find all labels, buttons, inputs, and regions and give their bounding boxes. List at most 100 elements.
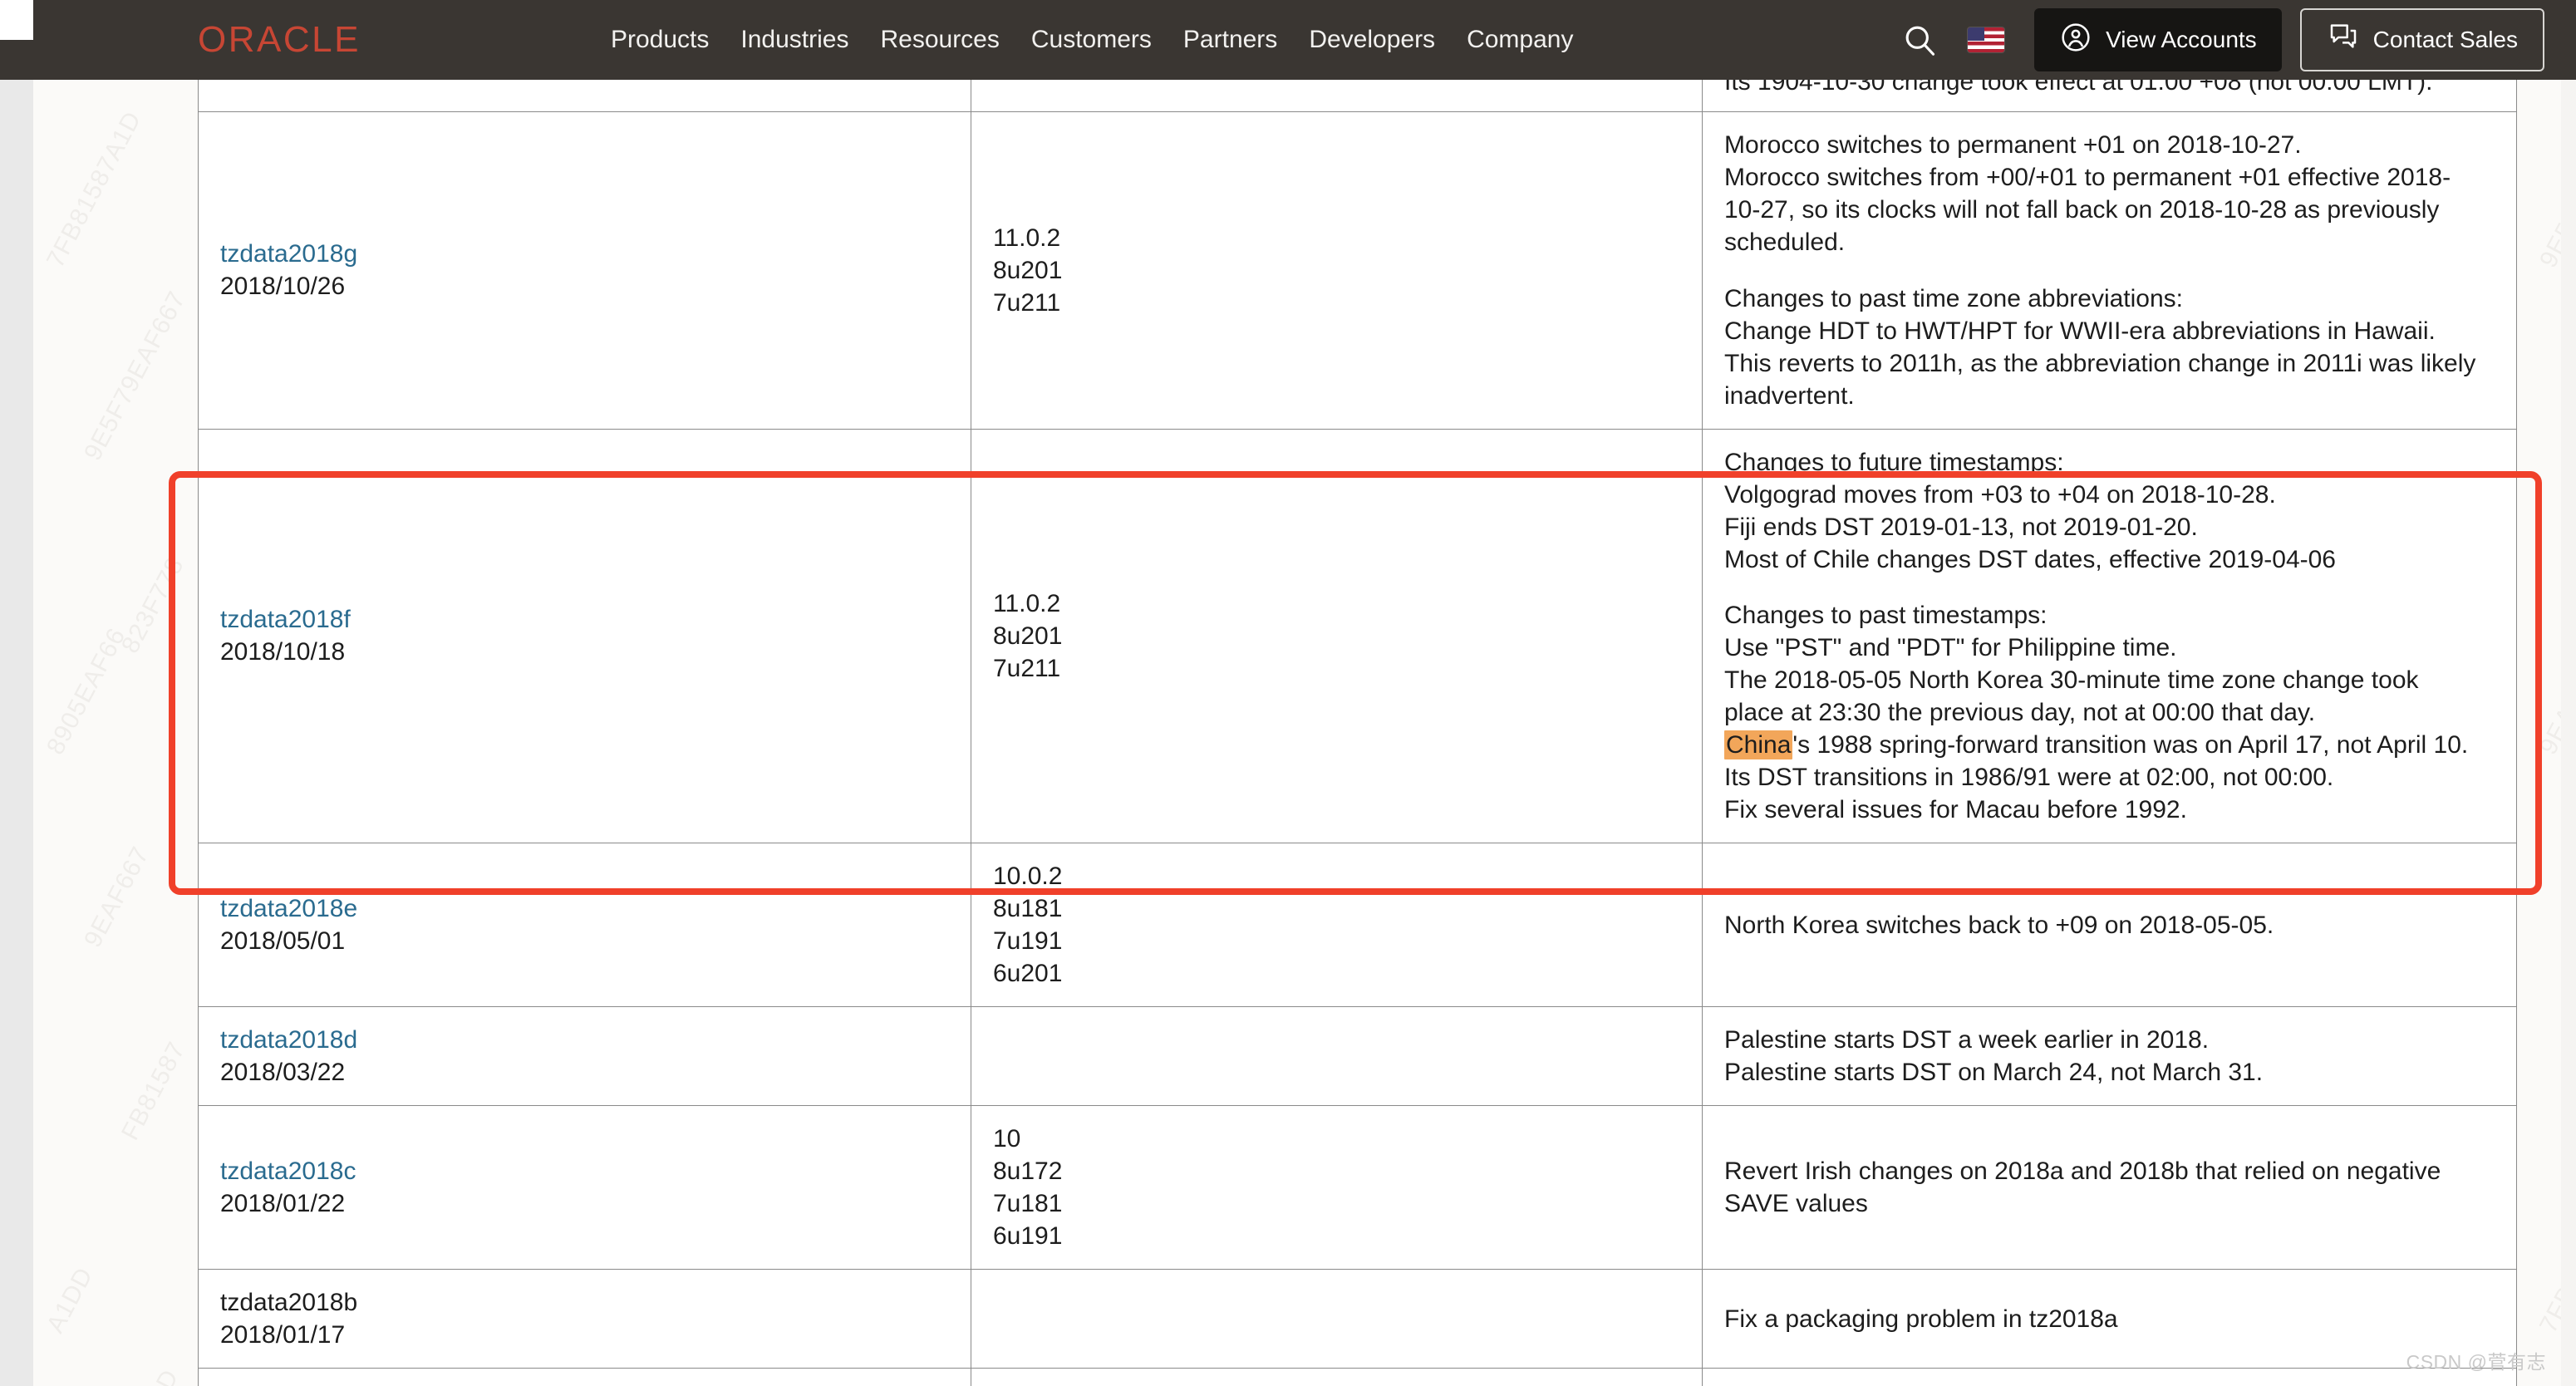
description-line: Fix a packaging problem in tz2018a bbox=[1724, 1305, 2118, 1333]
jdk-version: 7u181 bbox=[993, 1190, 1063, 1217]
jdk-version: 10.0.2 bbox=[993, 863, 1063, 890]
description-line: The 2018-05-05 North Korea 30-minute tim… bbox=[1724, 666, 2419, 694]
description-line: Changes to past time zone abbreviations: bbox=[1724, 284, 2183, 312]
watermark-token: FB81587 bbox=[116, 1037, 191, 1145]
release-version-link[interactable]: tzdata2018g bbox=[220, 240, 357, 268]
jdk-versions-cell: 10.0.2 8u181 7u191 6u201 bbox=[971, 843, 1703, 1007]
table-row: tzdata2018c 2018/01/22 10 8u172 7u181 6u191 R… bbox=[198, 1105, 2517, 1270]
jdk-versions-cell: 11.0.2 8u201 7u211 bbox=[971, 111, 1703, 430]
right-gutter bbox=[2561, 0, 2576, 1386]
contact-sales-button[interactable]: Contact Sales bbox=[2299, 8, 2544, 71]
view-accounts-label: View Accounts bbox=[2106, 27, 2257, 52]
primary-nav-links: Products Industries Resources Customers Part… bbox=[611, 26, 1573, 54]
release-version-cell: tzdata2018f 2018/10/18 bbox=[198, 428, 971, 843]
description-line: SAVE values bbox=[1724, 1190, 1868, 1217]
description-line: This reverts to 2011h, as the abbreviati… bbox=[1724, 349, 2476, 377]
us-flag-icon[interactable] bbox=[1968, 27, 2005, 52]
nav-item-partners[interactable]: Partners bbox=[1183, 26, 1277, 54]
page-root: 823F7788905EAF66 9EAF667 FB81587 A1DD 7FB815… bbox=[0, 0, 2576, 1386]
release-date: 2018/10/26 bbox=[220, 273, 346, 301]
description-line: Fiji ends DST 2019-01-13, not 2019-01-20… bbox=[1724, 513, 2198, 541]
release-description-cell: North Korea switches back to +09 on 2018… bbox=[1702, 843, 2517, 1007]
text-highlight: China bbox=[1724, 730, 1793, 759]
view-accounts-button[interactable]: View Accounts bbox=[2034, 8, 2282, 71]
description-line: inadvertent. bbox=[1724, 381, 1855, 410]
description-line: Changes to future timestamps: bbox=[1724, 448, 2064, 476]
csdn-watermark: CSDN @菅有志 bbox=[2406, 1351, 2546, 1373]
jdk-versions-cell: 10 8u172 7u181 6u191 bbox=[971, 1105, 1703, 1270]
left-gutter bbox=[0, 0, 33, 1386]
release-version-cell bbox=[198, 1368, 971, 1386]
table-row: tzdata2018f 2018/10/18 11.0.2 8u201 7u211 Cha… bbox=[198, 428, 2517, 843]
watermark-token: 9E5F79EAF667 bbox=[79, 286, 191, 465]
watermark-token: 7FB81587A1D bbox=[42, 106, 147, 273]
jdk-versions-cell bbox=[971, 1006, 1703, 1106]
jdk-version: 11.0.2 bbox=[993, 589, 1061, 617]
description-line: scheduled. bbox=[1724, 229, 1846, 256]
description-line: Morocco switches to permanent +01 on 201… bbox=[1724, 131, 2302, 159]
nav-item-developers[interactable]: Developers bbox=[1309, 26, 1435, 54]
release-date: 2018/10/18 bbox=[220, 638, 346, 666]
nav-item-company[interactable]: Company bbox=[1467, 26, 1573, 54]
release-version-link[interactable]: tzdata2018d bbox=[220, 1026, 357, 1054]
tzdata-release-table: on 10-01 changed standard time to +08:30… bbox=[198, 0, 2517, 1386]
release-date: 2018/01/22 bbox=[220, 1190, 346, 1217]
description-line: China's 1988 spring-forward transition w… bbox=[1724, 730, 2469, 759]
flag-canton bbox=[1968, 27, 1985, 41]
jdk-version: 6u191 bbox=[993, 1222, 1063, 1250]
nav-item-resources[interactable]: Resources bbox=[880, 26, 999, 54]
release-version-link[interactable]: tzdata2018c bbox=[220, 1157, 356, 1185]
jdk-versions-cell bbox=[971, 1269, 1703, 1369]
watermark-token: 7FB81587A1D bbox=[79, 1365, 185, 1386]
nav-item-customers[interactable]: Customers bbox=[1031, 26, 1152, 54]
release-version-link[interactable]: tzdata2018f bbox=[220, 606, 351, 633]
jdk-versions-cell: 11.0.2 8u201 7u211 bbox=[971, 428, 1703, 843]
jdk-version: 8u181 bbox=[993, 895, 1063, 922]
nav-left-nub bbox=[0, 0, 33, 40]
description-line: Revert Irish changes on 2018a and 2018b … bbox=[1724, 1157, 2441, 1185]
oracle-logo[interactable]: ORACLE bbox=[198, 22, 361, 58]
account-pin-icon bbox=[2059, 21, 2092, 60]
nav-item-products[interactable]: Products bbox=[611, 26, 709, 54]
nav-right-group: View Accounts Contact Sales bbox=[1888, 8, 2544, 71]
release-version-link[interactable]: tzdata2018e bbox=[220, 895, 357, 922]
jdk-version: 7u211 bbox=[993, 654, 1061, 682]
description-line: Palestine starts DST a week earlier in 2… bbox=[1724, 1026, 2210, 1054]
release-date: 2018/05/01 bbox=[220, 927, 346, 955]
table-row: São Tomé and Príncipe switched from +00 … bbox=[198, 1368, 2517, 1386]
description-line: Palestine starts DST on March 24, not Ma… bbox=[1724, 1059, 2264, 1086]
jdk-version: 8u201 bbox=[993, 622, 1063, 650]
description-line: 10-27, so its clocks will not fall back … bbox=[1724, 196, 2440, 224]
description-line: North Korea switches back to +09 on 2018… bbox=[1724, 911, 2274, 939]
tzdata-release-table-wrapper: on 10-01 changed standard time to +08:30… bbox=[198, 0, 2517, 1386]
description-line: Use "PST" and "PDT" for Philippine time. bbox=[1724, 634, 2177, 661]
watermark-token: 8905EAF66 bbox=[42, 623, 131, 759]
jdk-version: 10 bbox=[993, 1125, 1021, 1153]
table-row: tzdata2018d 2018/03/22 Palestine starts DS… bbox=[198, 1006, 2517, 1106]
description-line: Its DST transitions in 1986/91 were at 0… bbox=[1724, 764, 2334, 791]
jdk-version: 7u191 bbox=[993, 927, 1063, 955]
description-line: Most of Chile changes DST dates, effecti… bbox=[1724, 545, 2336, 573]
description-line: Change HDT to HWT/HPT for WWII-era abbre… bbox=[1724, 317, 2436, 345]
table-row: tzdata2018g 2018/10/26 11.0.2 8u201 7u211 Mor… bbox=[198, 111, 2517, 430]
description-line: Volgograd moves from +03 to +04 on 2018-… bbox=[1724, 480, 2276, 509]
chat-bubbles-icon bbox=[2327, 21, 2360, 60]
oracle-top-navigation: ORACLE Products Industries Resources Custom… bbox=[0, 0, 2576, 80]
jdk-version: 7u211 bbox=[993, 288, 1061, 317]
release-version-cell: tzdata2018d 2018/03/22 bbox=[198, 1006, 971, 1106]
release-version-cell: tzdata2018b 2018/01/17 bbox=[198, 1269, 971, 1369]
release-version-cell: tzdata2018g 2018/10/26 bbox=[198, 111, 971, 430]
description-line: Fix several issues for Macau before 1992… bbox=[1724, 796, 2187, 823]
watermark-token: 9EAF667 bbox=[79, 842, 155, 952]
nav-item-industries[interactable]: Industries bbox=[740, 26, 848, 54]
description-line: Changes to past timestamps: bbox=[1724, 602, 2048, 629]
description-line: Morocco switches from +00/+01 to permane… bbox=[1724, 164, 2451, 191]
release-description-cell: São Tomé and Príncipe switched from +00 … bbox=[1702, 1368, 2517, 1386]
table-row: tzdata2018e 2018/05/01 10.0.2 8u181 7u191 6u2… bbox=[198, 843, 2517, 1007]
contact-sales-label: Contact Sales bbox=[2372, 27, 2518, 52]
release-description-cell: Palestine starts DST a week earlier in 2… bbox=[1702, 1006, 2517, 1106]
search-icon[interactable] bbox=[1888, 8, 1951, 71]
watermark-token: A1DD bbox=[42, 1262, 99, 1338]
release-version-text: tzdata2018b bbox=[220, 1289, 358, 1316]
